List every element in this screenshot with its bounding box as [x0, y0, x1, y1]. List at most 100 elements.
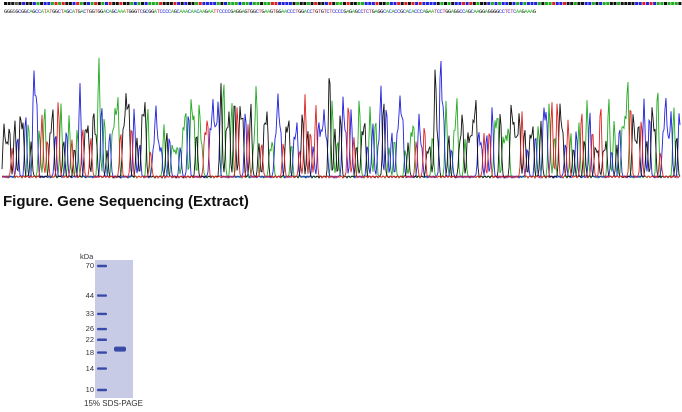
base-mark	[562, 2, 566, 5]
ladder-band	[97, 312, 107, 316]
base-mark	[407, 2, 411, 5]
base-mark	[386, 2, 390, 5]
base-mark	[649, 2, 653, 5]
base-mark	[278, 2, 282, 5]
base-mark	[209, 2, 213, 5]
base-mark	[119, 2, 123, 5]
base-mark	[343, 2, 347, 5]
base-mark	[166, 2, 170, 5]
sample-band	[114, 346, 126, 352]
base-mark	[7, 2, 11, 5]
base-mark	[451, 2, 455, 5]
gel-caption: 15% SDS-PAGE	[84, 399, 143, 408]
base-mark	[541, 2, 545, 5]
base-mark	[462, 2, 466, 5]
base-mark	[238, 2, 242, 5]
base-mark	[58, 2, 62, 5]
base-mark	[400, 2, 404, 5]
base-mark	[353, 2, 357, 5]
base-mark	[599, 2, 603, 5]
base-mark	[97, 2, 101, 5]
base-mark	[559, 2, 563, 5]
base-mark	[339, 2, 343, 5]
base-mark	[296, 2, 300, 5]
base-mark	[667, 2, 671, 5]
base-mark	[321, 2, 325, 5]
base-mark	[260, 2, 264, 5]
base-mark	[126, 2, 130, 5]
base-mark	[483, 2, 487, 5]
base-mark	[29, 2, 33, 5]
base-mark	[357, 2, 361, 5]
base-mark	[227, 2, 231, 5]
sds-page-gel: kDa 70 44 33 26 22 18 14 10 15% SDS-PAGE	[80, 252, 150, 412]
base-mark	[83, 2, 87, 5]
base-mark	[144, 2, 148, 5]
base-mark	[137, 2, 141, 5]
base-mark	[332, 2, 336, 5]
base-mark	[425, 2, 429, 5]
base-mark	[609, 2, 613, 5]
base-mark	[54, 2, 58, 5]
base-mark	[104, 2, 108, 5]
base-mark	[566, 2, 570, 5]
base-mark	[195, 2, 199, 5]
base-mark	[472, 2, 476, 5]
base-mark	[68, 2, 72, 5]
base-mark	[256, 2, 260, 5]
base-mark	[14, 2, 18, 5]
base-mark	[505, 2, 509, 5]
base-mark	[613, 2, 617, 5]
ladder-band	[97, 264, 107, 268]
base-mark	[303, 2, 307, 5]
base-mark	[76, 2, 80, 5]
base-mark	[245, 2, 249, 5]
base-mark	[187, 2, 191, 5]
base-mark	[375, 2, 379, 5]
base-mark	[602, 2, 606, 5]
base-mark	[90, 2, 94, 5]
base-mark	[162, 2, 166, 5]
base-mark	[411, 2, 415, 5]
base-mark	[371, 2, 375, 5]
base-mark	[573, 2, 577, 5]
base-mark	[519, 2, 523, 5]
base-mark	[11, 2, 15, 5]
base-mark	[213, 2, 217, 5]
base-mark	[130, 2, 134, 5]
base-mark	[65, 2, 69, 5]
base-mark	[36, 2, 40, 5]
base-mark	[516, 2, 520, 5]
base-mark	[465, 2, 469, 5]
base-mark	[249, 2, 253, 5]
base-mark	[490, 2, 494, 5]
base-mark	[368, 2, 372, 5]
base-mark	[220, 2, 224, 5]
base-mark	[638, 2, 642, 5]
base-mark	[588, 2, 592, 5]
base-mark	[617, 2, 621, 5]
trace-plot	[1, 57, 681, 180]
base-mark	[40, 2, 44, 5]
base-mark	[285, 2, 289, 5]
base-mark	[671, 2, 675, 5]
base-mark	[324, 2, 328, 5]
ladder-band	[97, 327, 107, 331]
base-mark	[663, 2, 667, 5]
base-mark	[86, 2, 90, 5]
base-mark	[364, 2, 368, 5]
base-mark	[656, 2, 660, 5]
base-mark	[379, 2, 383, 5]
base-mark	[469, 2, 473, 5]
base-mark	[422, 2, 426, 5]
base-mark	[169, 2, 173, 5]
base-mark	[205, 2, 209, 5]
base-mark	[476, 2, 480, 5]
base-mark	[454, 2, 458, 5]
ladder-band	[97, 388, 107, 392]
base-mark	[18, 2, 22, 5]
base-mark	[537, 2, 541, 5]
base-mark	[292, 2, 296, 5]
base-mark	[148, 2, 152, 5]
base-mark	[299, 2, 303, 5]
